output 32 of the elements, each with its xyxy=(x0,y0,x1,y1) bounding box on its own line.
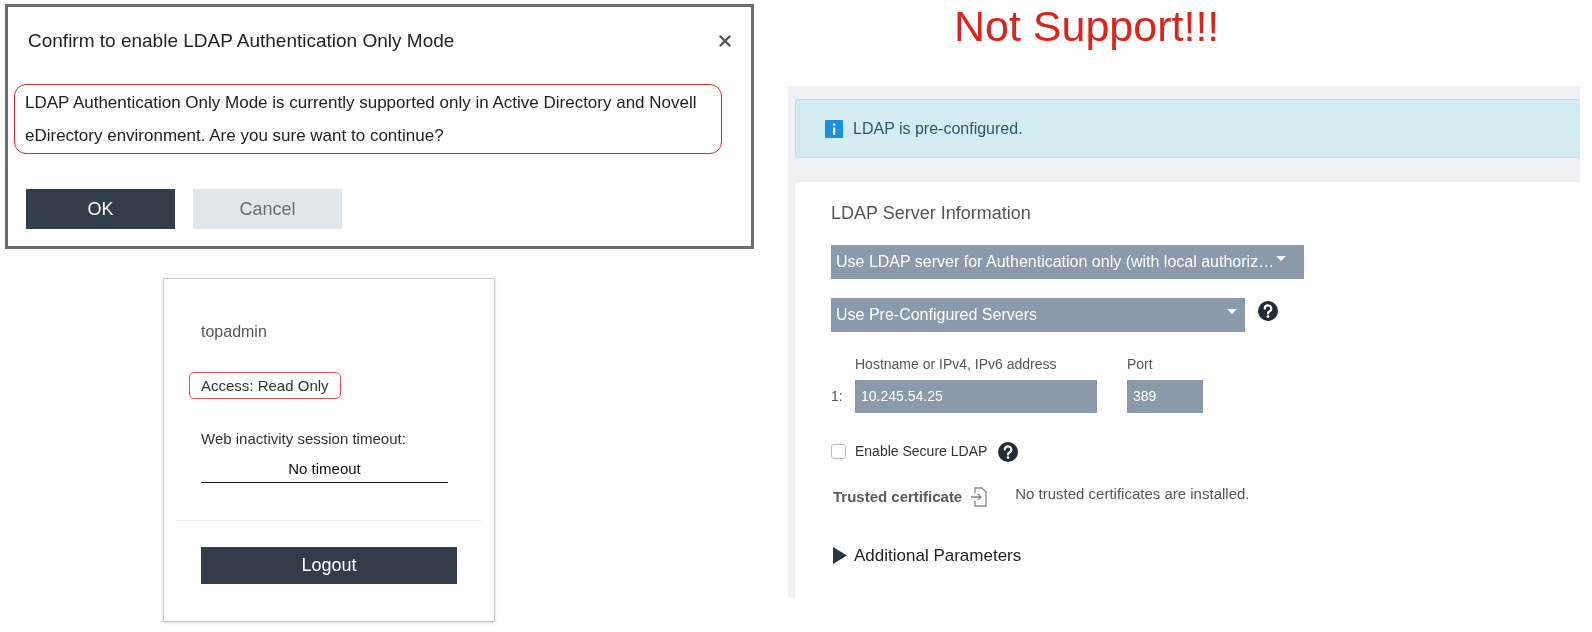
column-label: Port xyxy=(1127,356,1153,373)
info-icon xyxy=(825,119,843,138)
section-title: LDAP Server Information xyxy=(831,202,1032,224)
help-icon[interactable] xyxy=(998,441,1019,462)
timeout-label: Web inactivity session timeout: xyxy=(201,429,407,448)
server-dropdown[interactable]: Use Pre-Configured Servers xyxy=(831,298,1245,332)
caret-icon xyxy=(1276,255,1287,261)
column-label: Hostname or IPv4, IPv6 address xyxy=(855,356,1058,373)
alert-text: LDAP is pre-configured. xyxy=(853,118,1023,139)
caret-icon xyxy=(1227,308,1237,314)
annotation-text: Not Support!!! xyxy=(954,5,1220,48)
section-toggle[interactable]: Additional Parameters xyxy=(854,542,1022,568)
timeout-field[interactable]: No timeout xyxy=(201,459,448,483)
dialog-message: LDAP Authentication Only Mode is currently supported only in Active Directory and Novell eDirectory environment. Are you sure want to continue? xyxy=(14,84,722,154)
cancel-button[interactable]: Cancel xyxy=(193,189,342,229)
file-import-icon[interactable] xyxy=(970,487,988,508)
ok-button[interactable]: OK xyxy=(26,189,175,229)
port-field[interactable]: 389 xyxy=(1127,380,1203,413)
access-level-text: Access: Read Only xyxy=(189,372,341,399)
row-number: 1: xyxy=(831,387,844,406)
logout-button[interactable]: Logout xyxy=(201,547,457,584)
certificate-status-text: No trusted certificates are installed. xyxy=(1015,484,1250,504)
checkbox[interactable] xyxy=(831,444,846,459)
help-icon[interactable] xyxy=(1258,301,1278,321)
username-text: topadmin xyxy=(201,322,268,342)
mode-dropdown[interactable]: Use LDAP server for Authentication only (with local authoriz… xyxy=(831,245,1304,279)
dialog-title: Confirm to enable LDAP Authentication Only Mode xyxy=(28,29,455,53)
expand-caret-icon[interactable] xyxy=(833,546,847,564)
hostname-field[interactable]: 10.245.54.25 xyxy=(855,380,1097,413)
field-label: Trusted certificate xyxy=(833,487,963,507)
checkbox-label: Enable Secure LDAP xyxy=(855,442,988,461)
close-icon[interactable] xyxy=(719,35,731,47)
